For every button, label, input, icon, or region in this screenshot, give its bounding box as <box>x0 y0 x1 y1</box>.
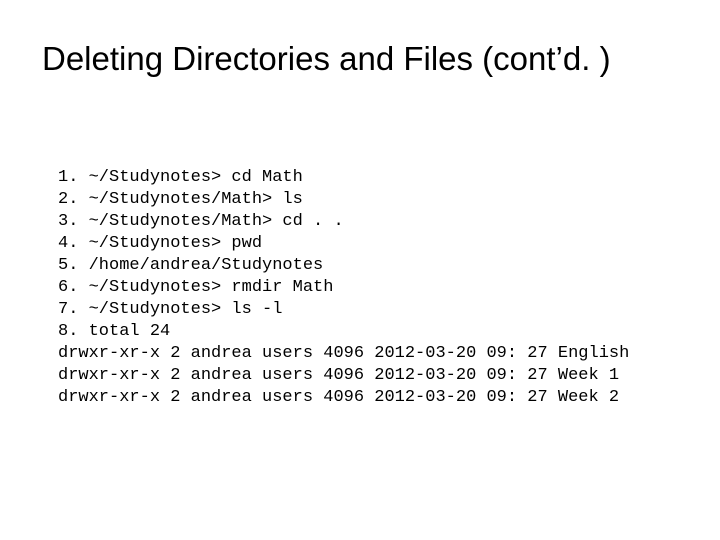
terminal-line: 8. total 24 <box>58 322 170 341</box>
slide: Deleting Directories and Files (cont’d. … <box>0 0 720 540</box>
page-title: Deleting Directories and Files (cont’d. … <box>42 40 611 78</box>
terminal-line: 3. ~/Studynotes/Math> cd . . <box>58 212 344 231</box>
terminal-line: 5. /home/andrea/Studynotes <box>58 256 323 275</box>
terminal-line: 1. ~/Studynotes> cd Math <box>58 168 303 187</box>
terminal-line: drwxr-xr-x 2 andrea users 4096 2012-03-2… <box>58 344 629 363</box>
terminal-line: 4. ~/Studynotes> pwd <box>58 234 262 253</box>
terminal-line: 6. ~/Studynotes> rmdir Math <box>58 278 333 297</box>
terminal-block: 1. ~/Studynotes> cd Math 2. ~/Studynotes… <box>58 145 629 409</box>
terminal-line: 2. ~/Studynotes/Math> ls <box>58 190 303 209</box>
terminal-line: 7. ~/Studynotes> ls -l <box>58 300 282 319</box>
terminal-line: drwxr-xr-x 2 andrea users 4096 2012-03-2… <box>58 366 619 385</box>
terminal-line: drwxr-xr-x 2 andrea users 4096 2012-03-2… <box>58 388 619 407</box>
